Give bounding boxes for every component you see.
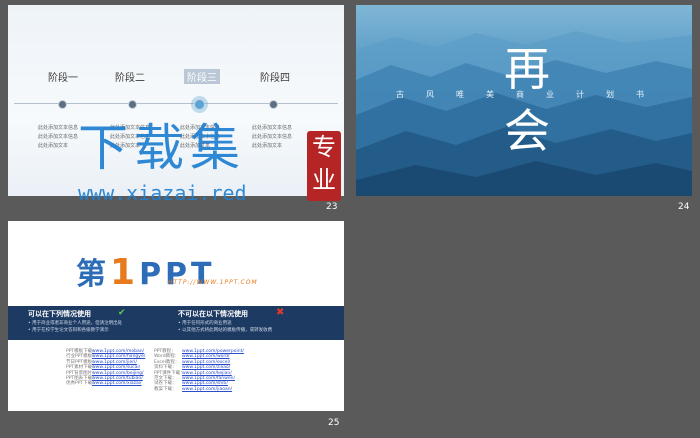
stage-label-3: 阶段三 <box>184 69 220 84</box>
link-list-right-labels: PPT教程： Word教程： Excel教程： 资料下载： PPT课件下载： 范… <box>154 349 185 392</box>
slide-thumbnail-25[interactable]: 第1PPT HTTP://WWW.1PPT.COM 可以在下列情况使用 ✔ • … <box>8 221 344 411</box>
watermark-seal: 专业 <box>307 131 341 201</box>
usage-band: 可以在下列情况使用 ✔ • 用于商业或者非商业个人用途，但请注明出处 • 用于在… <box>8 306 344 340</box>
title-char-2: 会 <box>504 104 550 158</box>
check-icon: ✔ <box>118 308 126 318</box>
logo-text-one: 1 <box>110 252 140 293</box>
stage-label-2: 阶段二 <box>115 73 145 84</box>
cannot-use-line: • 用于任何形式的商业用途 <box>178 321 232 326</box>
can-use-line: • 用于在校学生论文答辩和各级教学演示 <box>28 328 109 333</box>
stage-label-1: 阶段一 <box>48 73 78 84</box>
link-url[interactable]: www.1ppt.com/xiazai/ <box>92 381 145 386</box>
can-use-heading: 可以在下列情况使用 <box>28 310 91 318</box>
link-url[interactable]: www.1ppt.com/jiaoan/ <box>182 387 244 392</box>
link-list-right-urls: www.1ppt.com/powerpoint/ www.1ppt.com/wo… <box>182 349 244 392</box>
slide-number-25: 25 <box>328 418 340 428</box>
slide-thumbnail-24[interactable]: 再 会 古风唯美商业计划书 <box>356 5 692 196</box>
link-label: 教案下载： <box>154 386 177 392</box>
cannot-use-heading: 不可以在以下情况使用 <box>178 310 248 318</box>
stage-note: 此处添加文本信息 此处添加文本信息 此处添加文本 <box>252 125 293 149</box>
timeline-dot <box>58 100 67 109</box>
link-list-left-urls: www.1ppt.com/moban/ www.1ppt.com/hangye/… <box>92 349 145 387</box>
can-use-line: • 用于商业或者非商业个人用途，但请注明出处 <box>28 321 123 326</box>
timeline-dot <box>269 100 278 109</box>
watermark-text: 下载集 <box>78 119 246 177</box>
watermark-url: www.xiazai.red <box>78 181 247 205</box>
slide-number-23: 23 <box>326 202 338 212</box>
stage-label-4: 阶段四 <box>260 73 290 84</box>
slide-number-24: 24 <box>678 202 690 212</box>
link-url[interactable]: www.1ppt.com/sucai/ <box>92 365 145 370</box>
logo-text-pre: 第 <box>76 257 110 292</box>
cross-icon: ✖ <box>276 307 285 318</box>
logo-url: HTTP://WWW.1PPT.COM <box>168 279 258 286</box>
logo-text-post: PPT <box>139 257 216 292</box>
cannot-use-line: • 以其他方式将此网站的模板传播，或转发收费 <box>178 328 273 333</box>
slide-subtitle: 古风唯美商业计划书 <box>396 90 666 99</box>
brand-logo: 第1PPT <box>76 249 216 293</box>
